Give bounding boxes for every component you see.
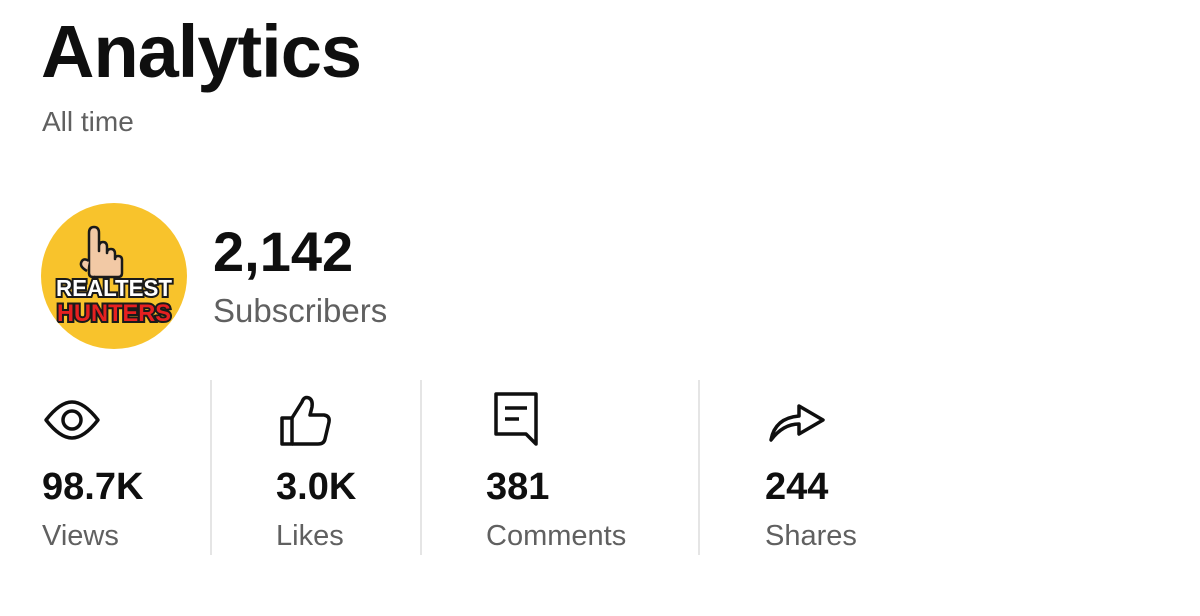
subscribers-count: 2,142 (213, 220, 354, 283)
comments-value: 381 (486, 466, 550, 508)
divider (698, 380, 700, 555)
comment-icon (494, 392, 538, 446)
views-label: Views (42, 520, 119, 552)
views-value: 98.7K (42, 466, 144, 508)
subscribers-label: Subscribers (213, 292, 388, 329)
eye-icon (44, 400, 100, 440)
stats-row: 98.7K Views 3.0K Likes 381 Comments 244 … (0, 380, 1200, 555)
subscribers-block: 2,142 Subscribers (213, 220, 387, 332)
likes-label: Likes (276, 520, 344, 552)
likes-value: 3.0K (276, 466, 357, 508)
shares-label: Shares (765, 520, 857, 552)
avatar-text-bottom: HUNTERS (57, 300, 171, 327)
divider (420, 380, 422, 555)
divider (210, 380, 212, 555)
channel-summary: REALTEST HUNTERS 2,142 Subscribers (41, 203, 387, 349)
time-period-label: All time (42, 106, 134, 137)
channel-logo-icon: REALTEST HUNTERS (54, 225, 174, 329)
avatar-text-top: REALTEST (56, 275, 172, 301)
comments-label: Comments (486, 520, 627, 552)
shares-value: 244 (765, 466, 829, 508)
share-icon (769, 404, 825, 442)
page-title: Analytics (41, 10, 362, 93)
channel-avatar[interactable]: REALTEST HUNTERS (41, 203, 187, 349)
thumbs-up-icon (280, 395, 331, 446)
